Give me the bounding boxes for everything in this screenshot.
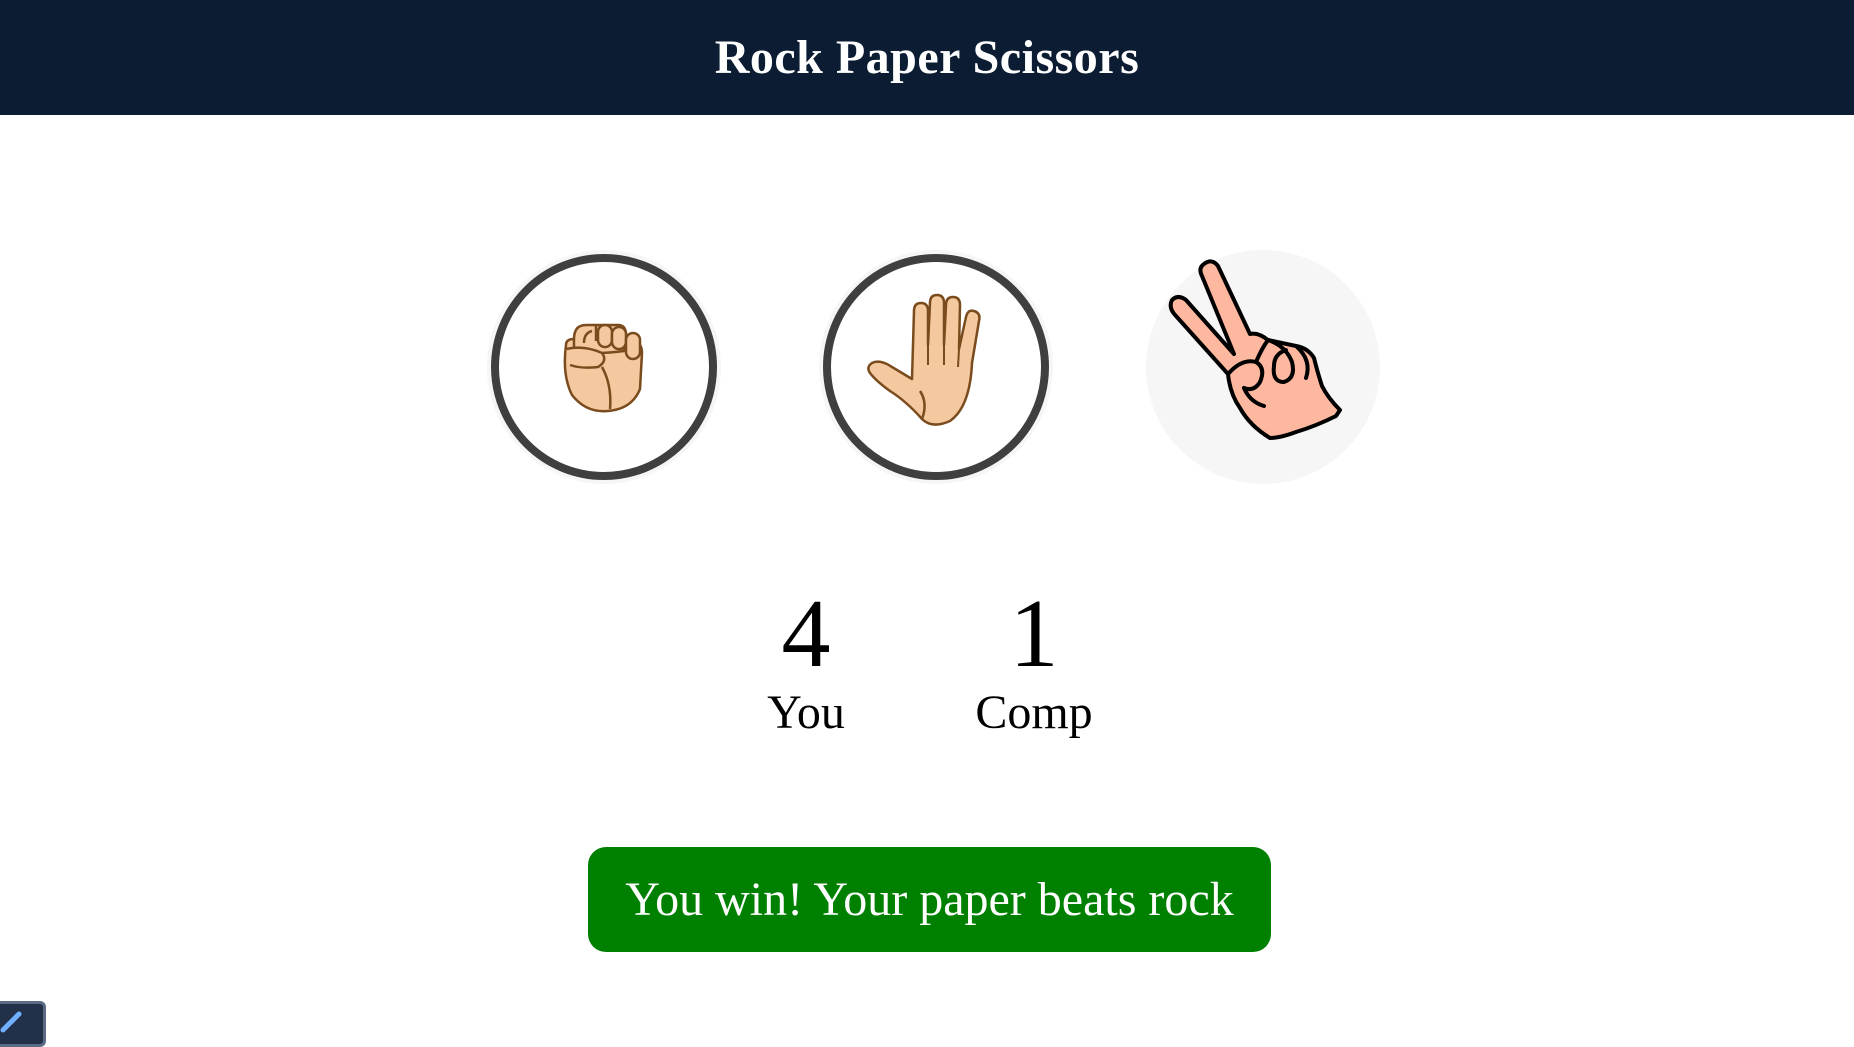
corner-widget[interactable] bbox=[0, 1001, 46, 1047]
comp-score: 1 Comp bbox=[934, 585, 1134, 741]
user-score-label: You bbox=[767, 686, 845, 739]
result-message: You win! Your paper beats rock bbox=[588, 847, 1271, 952]
pencil-icon bbox=[0, 1011, 22, 1033]
rock-fist-icon bbox=[563, 323, 644, 413]
comp-score-value: 1 bbox=[1009, 580, 1059, 688]
page-title: Rock Paper Scissors bbox=[714, 31, 1140, 84]
scissors-hand-icon bbox=[1168, 259, 1342, 440]
paper-hand-icon bbox=[867, 293, 981, 426]
paper-choice-button[interactable] bbox=[819, 250, 1053, 484]
comp-score-label: Comp bbox=[975, 686, 1093, 739]
scissors-choice-button[interactable] bbox=[1146, 250, 1380, 484]
user-score: 4 You bbox=[706, 585, 906, 741]
rock-choice-button[interactable] bbox=[487, 250, 721, 484]
result-text: You win! Your paper beats rock bbox=[625, 873, 1234, 926]
app-header: Rock Paper Scissors bbox=[0, 0, 1854, 115]
user-score-value: 4 bbox=[781, 580, 831, 688]
